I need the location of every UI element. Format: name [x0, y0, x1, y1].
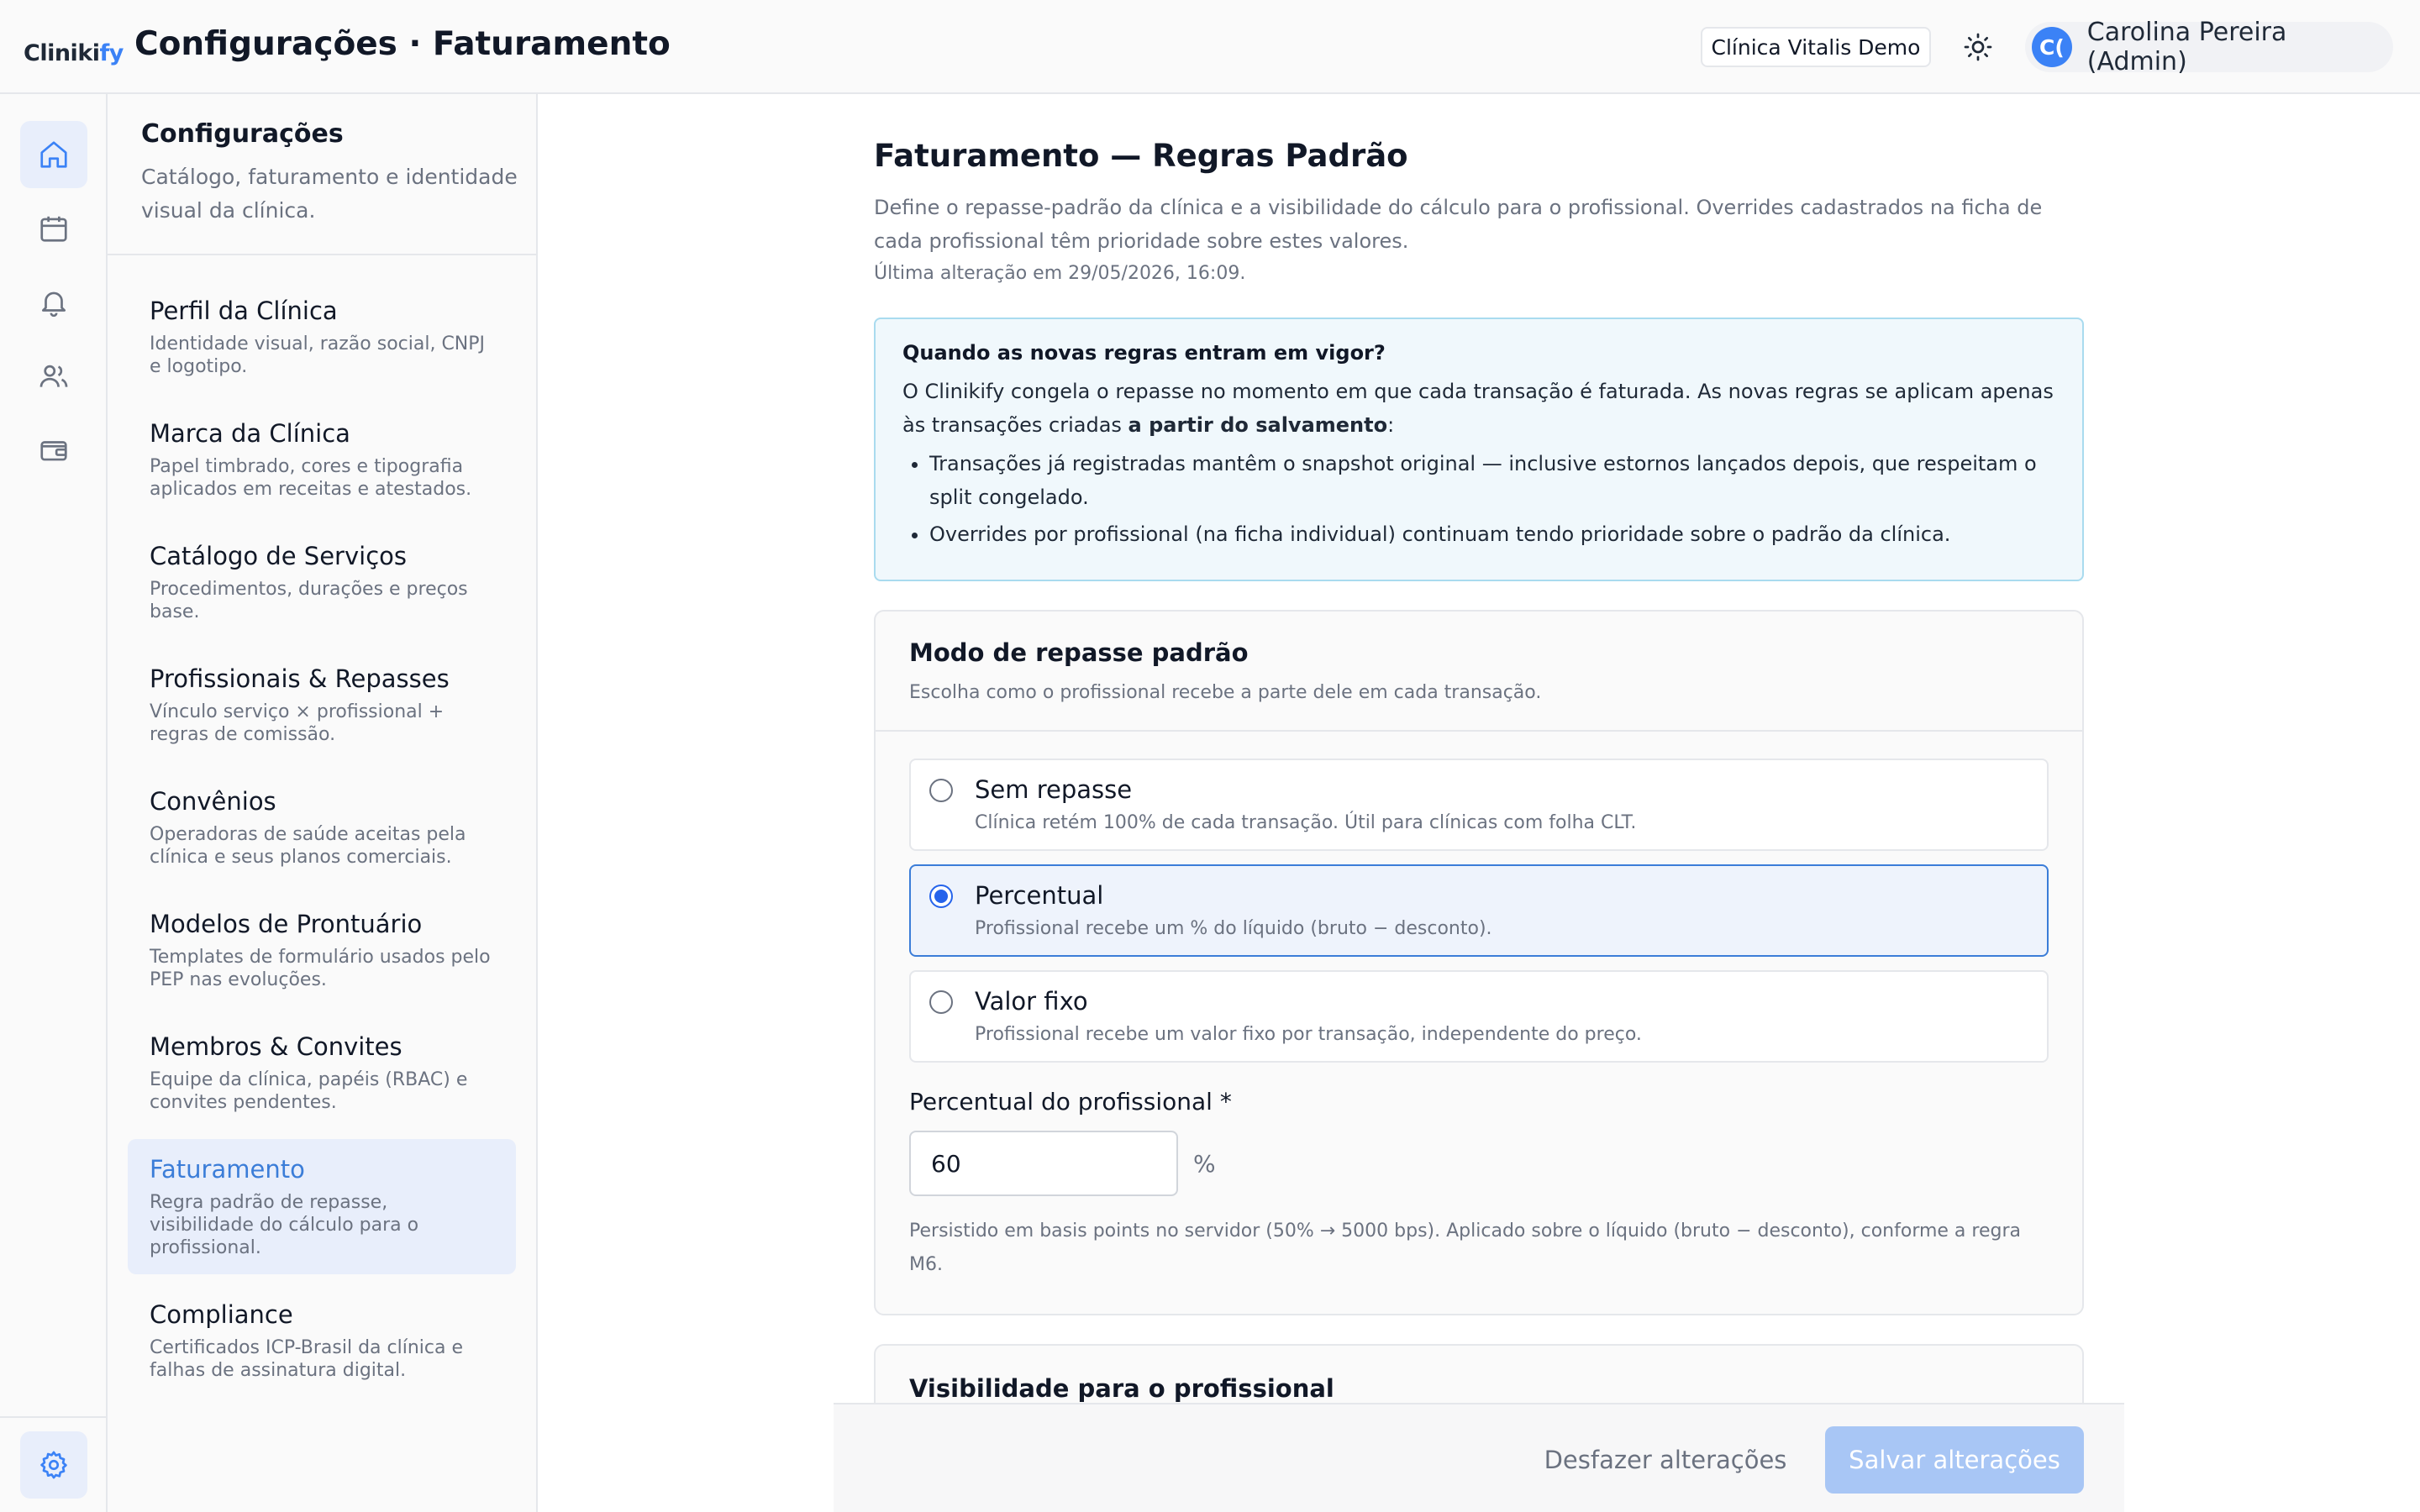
percentual-field-row: % — [909, 1131, 2049, 1196]
section-description: Define o repasse-padrão da clínica e a v… — [874, 196, 2043, 253]
theme-toggle-button[interactable] — [1958, 27, 1998, 67]
repasse-mode-card: Modo de repasse padrão Escolha como o pr… — [874, 610, 2084, 1315]
billing-settings-content: Faturamento — Regras Padrão Define o rep… — [874, 94, 2084, 1448]
settings-sidebar-subtitle: Catálogo, faturamento e identidade visua… — [141, 165, 518, 223]
nav-item-label: Perfil da Clínica — [150, 297, 338, 325]
users-icon — [39, 365, 68, 387]
info-callout: Quando as novas regras entram em vigor? … — [874, 318, 2084, 581]
user-name: Carolina Pereira (Admin) — [2086, 18, 2287, 76]
nav-item-desc: Procedimentos, durações e preços base. — [150, 579, 468, 622]
nav-item-marca-da-clinica[interactable]: Marca da Clínica Papel timbrado, cores e… — [128, 403, 516, 516]
nav-item-desc: Regra padrão de repasse, visibilidade do… — [150, 1192, 419, 1258]
percentual-field-hint: Persistido em basis points no servidor (… — [909, 1221, 2021, 1275]
last-change-text: Última alteração em 29/05/2026, 16:09. — [874, 263, 1246, 284]
save-changes-button[interactable]: Salvar alterações — [1825, 1426, 2084, 1494]
nav-item-label: Convênios — [150, 787, 276, 816]
option-label: Percentual — [975, 881, 1104, 910]
section-heading: Faturamento — Regras Padrão — [874, 138, 1408, 174]
nav-item-label: Compliance — [150, 1300, 293, 1329]
option-desc: Clínica retém 100% de cada transação. Út… — [975, 812, 1637, 833]
percent-suffix: % — [1193, 1149, 1216, 1178]
settings-nav-list: Perfil da Clínica Identidade visual, raz… — [128, 281, 516, 1407]
card-title: Visibilidade para o profissional — [909, 1374, 1334, 1403]
percentual-field-label: Percentual do profissional * — [909, 1088, 1232, 1116]
settings-sidebar-header: Configurações Catálogo, faturamento e id… — [108, 94, 536, 255]
radio-sem-repasse[interactable] — [929, 779, 953, 802]
repasse-mode-card-body: Sem repasse Clínica retém 100% de cada t… — [876, 732, 2082, 1314]
nav-item-perfil-da-clinica[interactable]: Perfil da Clínica Identidade visual, raz… — [128, 281, 516, 393]
nav-item-membros-convites[interactable]: Membros & Convites Equipe da clínica, pa… — [128, 1016, 516, 1129]
calendar-icon — [40, 216, 67, 242]
page-title: Configurações · Faturamento — [134, 25, 671, 63]
settings-sidebar: Configurações Catálogo, faturamento e id… — [108, 94, 538, 1512]
option-desc: Profissional recebe um % do líquido (bru… — [975, 918, 1492, 939]
info-callout-list: Transações já registradas mantêm o snaps… — [902, 447, 2055, 551]
app-logo[interactable]: Clinikify — [24, 40, 124, 66]
rail-calendar-button[interactable] — [20, 195, 87, 262]
user-menu[interactable]: C( Carolina Pereira (Admin) — [2025, 18, 2393, 76]
bell-icon — [41, 291, 66, 318]
nav-item-desc: Equipe da clínica, papéis (RBAC) e convi… — [150, 1069, 468, 1113]
info-callout-title: Quando as novas regras entram em vigor? — [902, 341, 1386, 365]
nav-item-label: Catálogo de Serviços — [150, 542, 407, 570]
nav-item-convenios[interactable]: Convênios Operadoras de saúde aceitas pe… — [128, 771, 516, 884]
rail-patients-button[interactable] — [20, 343, 87, 410]
home-icon — [40, 141, 67, 168]
action-bar: Desfazer alterações Salvar alterações — [834, 1403, 2124, 1512]
info-text-after: : — [1387, 413, 1395, 437]
rail-finance-button[interactable] — [20, 417, 87, 484]
main-content: Faturamento — Regras Padrão Define o rep… — [538, 94, 2420, 1512]
nav-item-modelos-de-prontuario[interactable]: Modelos de Prontuário Templates de formu… — [128, 894, 516, 1006]
info-text-bold: a partir do salvamento — [1128, 413, 1388, 437]
rail-settings-button[interactable] — [20, 1431, 87, 1499]
nav-item-desc: Vínculo serviço × profissional + regras … — [150, 701, 445, 745]
nav-item-desc: Papel timbrado, cores e tipografia aplic… — [150, 456, 472, 500]
gear-icon — [40, 1451, 67, 1479]
repasse-mode-card-header: Modo de repasse padrão Escolha como o pr… — [876, 612, 2082, 732]
icon-rail — [0, 94, 108, 1512]
option-label: Sem repasse — [975, 775, 1133, 804]
nav-item-label: Marca da Clínica — [150, 419, 350, 448]
option-desc: Profissional recebe um valor fixo por tr… — [975, 1024, 1642, 1045]
nav-item-label: Profissionais & Repasses — [150, 664, 450, 693]
radio-percentual[interactable] — [929, 885, 953, 908]
nav-item-desc: Templates de formulário usados pelo PEP … — [150, 947, 491, 990]
wallet-icon — [40, 441, 67, 461]
nav-item-catalogo-de-servicos[interactable]: Catálogo de Serviços Procedimentos, dura… — [128, 526, 516, 638]
option-label: Valor fixo — [975, 987, 1088, 1016]
option-valor-fixo[interactable]: Valor fixo Profissional recebe um valor … — [909, 970, 2049, 1063]
card-subtitle: Escolha como o profissional recebe a par… — [909, 682, 1542, 703]
nav-item-label: Modelos de Prontuário — [150, 910, 423, 938]
nav-item-label: Faturamento — [150, 1155, 305, 1184]
nav-item-desc: Operadoras de saúde aceitas pela clínica… — [150, 824, 466, 868]
info-text-before: O Clinikify congela o repasse no momento… — [902, 380, 2054, 437]
sun-icon — [1964, 33, 1992, 61]
rail-home-button[interactable] — [20, 121, 87, 188]
info-bullet: Transações já registradas mantêm o snaps… — [929, 447, 2055, 514]
top-bar: Clinikify Configurações · Faturamento Cl… — [0, 0, 2420, 94]
undo-changes-button[interactable]: Desfazer alterações — [1539, 1426, 1791, 1494]
avatar: C( — [2032, 27, 2072, 67]
rail-notifications-button[interactable] — [20, 269, 87, 336]
nav-item-faturamento[interactable]: Faturamento Regra padrão de repasse, vis… — [128, 1139, 516, 1274]
info-callout-text: O Clinikify congela o repasse no momento… — [902, 375, 2055, 442]
option-percentual[interactable]: Percentual Profissional recebe um % do l… — [909, 864, 2049, 957]
nav-item-desc: Certificados ICP-Brasil da clínica e fal… — [150, 1337, 464, 1381]
rail-divider — [0, 1416, 106, 1418]
option-sem-repasse[interactable]: Sem repasse Clínica retém 100% de cada t… — [909, 759, 2049, 851]
nav-item-label: Membros & Convites — [150, 1032, 402, 1061]
nav-item-desc: Identidade visual, razão social, CNPJ e … — [150, 333, 486, 377]
nav-item-profissionais-repasses[interactable]: Profissionais & Repasses Vínculo serviço… — [128, 648, 516, 761]
card-title: Modo de repasse padrão — [909, 638, 1249, 667]
clinic-selector[interactable]: Clínica Vitalis Demo — [1701, 27, 1931, 67]
percentual-input[interactable] — [909, 1131, 1178, 1196]
info-bullet: Overrides por profissional (na ficha ind… — [929, 517, 2055, 551]
nav-item-compliance[interactable]: Compliance Certificados ICP-Brasil da cl… — [128, 1284, 516, 1397]
settings-sidebar-title: Configurações — [141, 119, 344, 149]
radio-valor-fixo[interactable] — [929, 990, 953, 1014]
